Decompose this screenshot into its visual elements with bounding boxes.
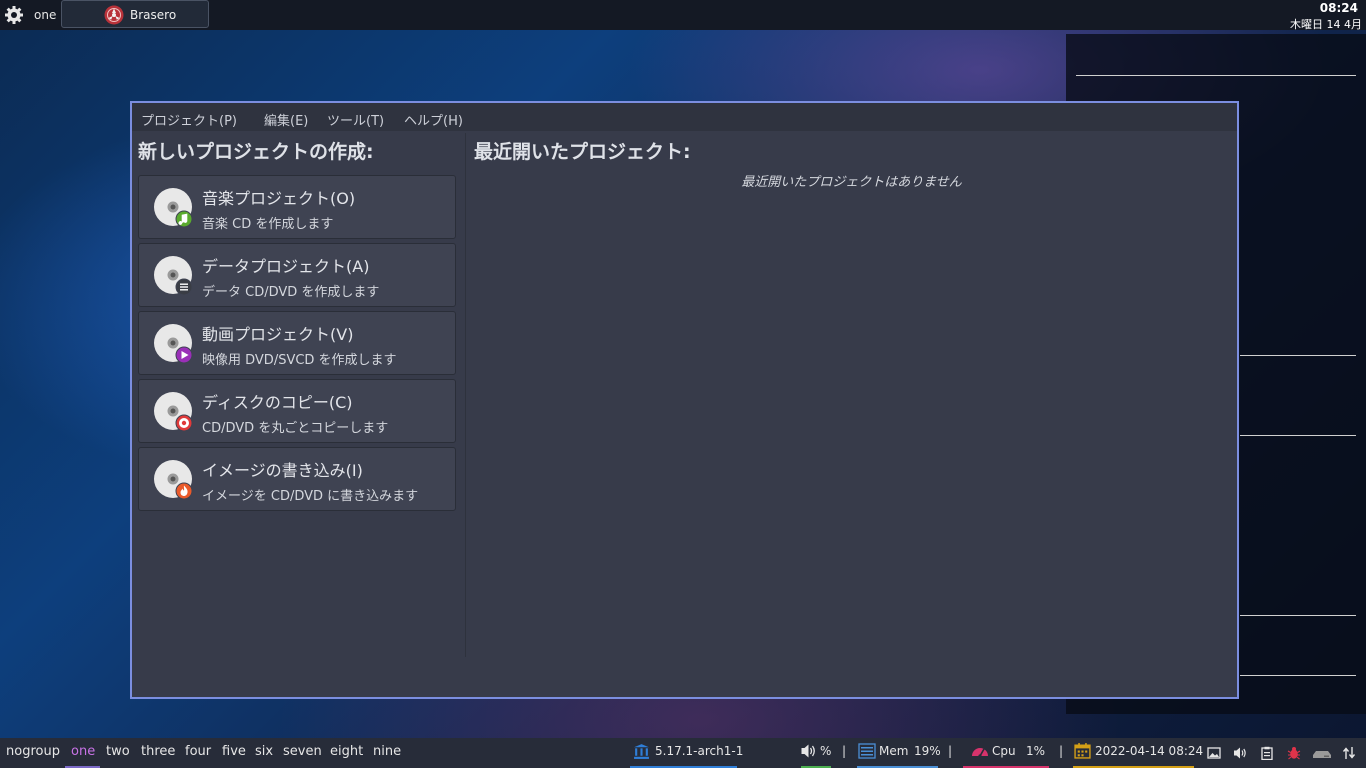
data-disc-icon [154, 256, 193, 295]
workspace-nine[interactable]: nine [373, 744, 401, 759]
widget-divider [1076, 75, 1356, 76]
date-time: 2022-04-14 08:24 [1095, 744, 1204, 758]
disc-copy-description: CD/DVD を丸ごとコピーします [202, 421, 389, 436]
burn-image-button[interactable]: イメージの書き込み(I) イメージを CD/DVD に書き込みます [138, 447, 456, 511]
bottom-panel: nogroup one two three four five six seve… [0, 738, 1366, 768]
drive-tray-icon[interactable] [1312, 746, 1332, 760]
workspace-five[interactable]: five [222, 744, 246, 759]
current-workspace-label: one [34, 8, 57, 22]
recent-projects-heading: 最近開いたプロジェクト: [474, 141, 691, 163]
volume-icon[interactable] [800, 743, 817, 759]
data-project-description: データ CD/DVD を作成します [202, 285, 380, 300]
menu-help[interactable]: ヘルプ(H) [404, 110, 463, 129]
audio-project-description: 音楽 CD を作成します [202, 217, 334, 232]
cpu-usage: 1% [1026, 744, 1046, 758]
menu-edit[interactable]: 編集(E) [264, 110, 308, 129]
data-project-title: データプロジェクト(A) [202, 257, 370, 276]
workspace-three[interactable]: three [141, 744, 175, 759]
disc-copy-button[interactable]: ディスクのコピー(C) CD/DVD を丸ごとコピーします [138, 379, 456, 443]
widget-divider [1240, 435, 1356, 436]
disc-copy-title: ディスクのコピー(C) [202, 393, 353, 412]
data-project-button[interactable]: データプロジェクト(A) データ CD/DVD を作成します [138, 243, 456, 307]
cpu-gauge-icon [972, 748, 988, 758]
pane-divider[interactable] [465, 133, 466, 657]
kernel-icon [634, 744, 649, 759]
burn-disc-icon [154, 460, 193, 499]
clock-date: 木曜日 14 4月 [1290, 18, 1362, 31]
new-project-heading: 新しいプロジェクトの作成: [138, 141, 374, 163]
network-transfer-icon[interactable] [1342, 746, 1356, 760]
memory-icon [858, 743, 876, 759]
video-project-button[interactable]: 動画プロジェクト(V) 映像用 DVD/SVCD を作成します [138, 311, 456, 375]
workspace-two[interactable]: two [106, 744, 130, 759]
no-recent-projects-message: 最近開いたプロジェクトはありません [741, 175, 962, 190]
menu-bar: プロジェクト(P) 編集(E) ツール(T) ヘルプ(H) [132, 103, 1237, 131]
separator: | [842, 744, 847, 758]
menu-tools[interactable]: ツール(T) [327, 110, 384, 129]
burn-image-description: イメージを CD/DVD に書き込みます [202, 489, 419, 504]
audio-disc-icon [154, 188, 193, 227]
volume-tray-icon[interactable] [1233, 746, 1247, 760]
clock-time: 08:24 [1319, 1, 1358, 15]
copy-disc-icon [154, 392, 193, 431]
video-disc-icon [154, 324, 193, 363]
burn-image-title: イメージの書き込み(I) [202, 461, 363, 480]
memory-usage: 19% [914, 744, 941, 758]
bug-tray-icon[interactable] [1287, 746, 1301, 760]
widget-divider [1240, 675, 1356, 676]
volume-level: % [820, 744, 832, 758]
separator: | [948, 744, 953, 758]
workspace-nogroup[interactable]: nogroup [6, 744, 60, 759]
clipboard-tray-icon[interactable] [1260, 746, 1274, 760]
calendar-icon [1074, 743, 1091, 759]
widget-divider [1240, 355, 1356, 356]
taskbar-item-brasero[interactable]: Brasero [61, 0, 209, 28]
memory-label: Mem [879, 744, 909, 758]
workspace-six[interactable]: six [255, 744, 273, 759]
cpu-label: Cpu [992, 744, 1016, 758]
brasero-window: プロジェクト(P) 編集(E) ツール(T) ヘルプ(H) 新しいプロジェクトの… [130, 101, 1239, 699]
workspace-one[interactable]: one [71, 744, 95, 759]
settings-gear-icon[interactable] [4, 5, 24, 25]
workspace-seven[interactable]: seven [283, 744, 322, 759]
taskbar-item-label: Brasero [130, 8, 177, 22]
separator: | [1059, 744, 1064, 758]
screenshot-tray-icon[interactable] [1207, 746, 1221, 760]
video-project-description: 映像用 DVD/SVCD を作成します [202, 353, 397, 368]
workspace-eight[interactable]: eight [330, 744, 363, 759]
menu-project[interactable]: プロジェクト(P) [141, 110, 237, 129]
kernel-version: 5.17.1-arch1-1 [655, 744, 744, 758]
audio-project-button[interactable]: 音楽プロジェクト(O) 音楽 CD を作成します [138, 175, 456, 239]
video-project-title: 動画プロジェクト(V) [202, 325, 354, 344]
audio-project-title: 音楽プロジェクト(O) [202, 189, 356, 208]
workspace-four[interactable]: four [185, 744, 211, 759]
top-panel: one Brasero 08:24 木曜日 14 4月 [0, 0, 1366, 31]
brasero-app-icon [104, 5, 124, 25]
widget-divider [1240, 615, 1356, 616]
